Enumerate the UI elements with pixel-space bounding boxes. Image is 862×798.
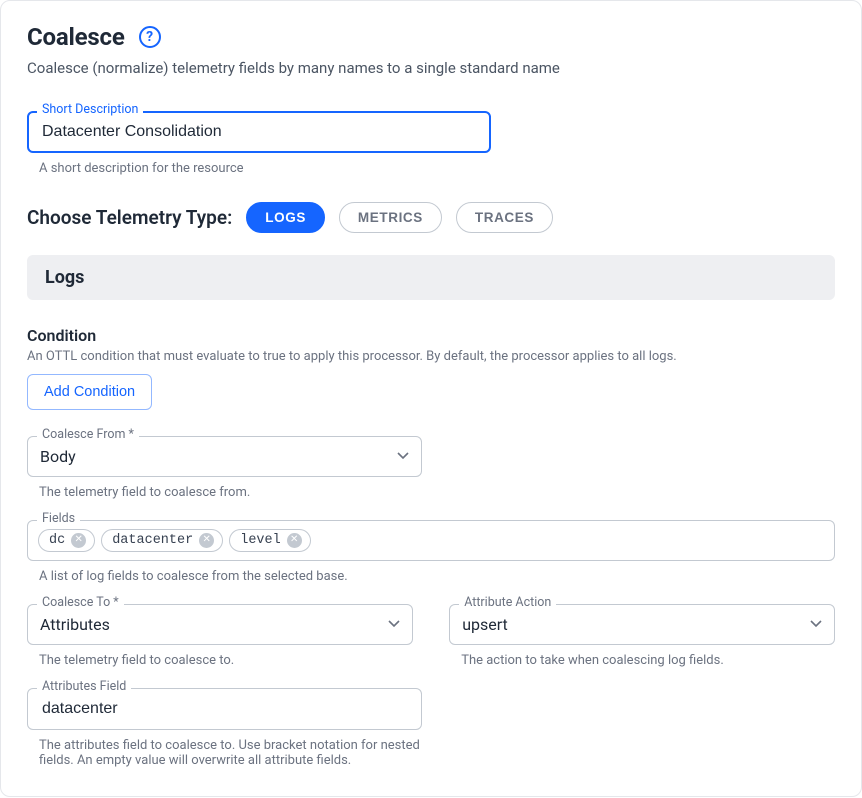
coalesce-from-field: Coalesce From * Body xyxy=(27,436,422,477)
telemetry-type-label: Choose Telemetry Type: xyxy=(27,206,232,229)
chevron-down-icon xyxy=(397,452,407,462)
telemetry-pill-logs[interactable]: LOGS xyxy=(246,202,325,233)
field-chip: dc ✕ xyxy=(38,529,95,552)
field-chip: level ✕ xyxy=(229,529,311,552)
page-description: Coalesce (normalize) telemetry fields by… xyxy=(27,59,835,77)
add-condition-button[interactable]: Add Condition xyxy=(27,374,152,410)
attributes-field-label: Attributes Field xyxy=(37,679,131,694)
field-chip-label: level xyxy=(240,533,281,548)
coalesce-to-value: Attributes xyxy=(40,615,110,634)
coalesce-to-select[interactable]: Attributes xyxy=(27,604,413,645)
coalesce-from-label: Coalesce From * xyxy=(37,427,139,442)
coalesce-to-field: Coalesce To * Attributes xyxy=(27,604,413,645)
coalesce-from-select[interactable]: Body xyxy=(27,436,422,477)
coalesce-panel: Coalesce ? Coalesce (normalize) telemetr… xyxy=(0,0,862,797)
attribute-action-label: Attribute Action xyxy=(459,595,556,610)
telemetry-type-row: Choose Telemetry Type: LOGS METRICS TRAC… xyxy=(27,202,835,233)
coalesce-to-helper: The telemetry field to coalesce to. xyxy=(39,653,413,668)
chip-remove-icon[interactable]: ✕ xyxy=(287,533,302,548)
attribute-action-value: upsert xyxy=(462,615,508,634)
page-title: Coalesce xyxy=(27,23,125,51)
short-description-input[interactable] xyxy=(40,122,478,142)
field-chip-label: dc xyxy=(49,533,65,548)
fields-helper: A list of log fields to coalesce from th… xyxy=(39,569,835,584)
attribute-action-field: Attribute Action upsert xyxy=(449,604,835,645)
chip-remove-icon[interactable]: ✕ xyxy=(199,533,214,548)
coalesce-from-helper: The telemetry field to coalesce from. xyxy=(39,485,835,500)
coalesce-to-label: Coalesce To * xyxy=(37,595,124,610)
field-chip: datacenter ✕ xyxy=(101,529,223,552)
condition-title: Condition xyxy=(27,326,835,345)
short-description-field: Short Description xyxy=(27,111,491,153)
condition-description: An OTTL condition that must evaluate to … xyxy=(27,349,835,364)
fields-field: Fields dc ✕ datacenter ✕ level ✕ xyxy=(27,520,835,561)
coalesce-from-value: Body xyxy=(40,447,76,466)
chevron-down-icon xyxy=(810,620,820,630)
telemetry-pill-metrics[interactable]: METRICS xyxy=(339,202,442,233)
help-icon[interactable]: ? xyxy=(139,26,161,48)
attribute-action-select[interactable]: upsert xyxy=(449,604,835,645)
short-description-label: Short Description xyxy=(37,102,143,117)
attributes-field-input[interactable] xyxy=(40,699,409,719)
telemetry-pill-traces[interactable]: TRACES xyxy=(456,202,553,233)
field-chip-label: datacenter xyxy=(112,533,193,548)
attribute-action-helper: The action to take when coalescing log f… xyxy=(461,653,835,668)
chip-remove-icon[interactable]: ✕ xyxy=(71,533,86,548)
attributes-field-helper: The attributes field to coalesce to. Use… xyxy=(39,738,434,768)
section-header-logs: Logs xyxy=(27,255,835,300)
short-description-helper: A short description for the resource xyxy=(39,161,835,176)
attributes-field-field: Attributes Field xyxy=(27,688,422,730)
fields-input-area[interactable]: dc ✕ datacenter ✕ level ✕ xyxy=(27,520,835,561)
fields-label: Fields xyxy=(37,511,80,526)
chevron-down-icon xyxy=(388,620,398,630)
